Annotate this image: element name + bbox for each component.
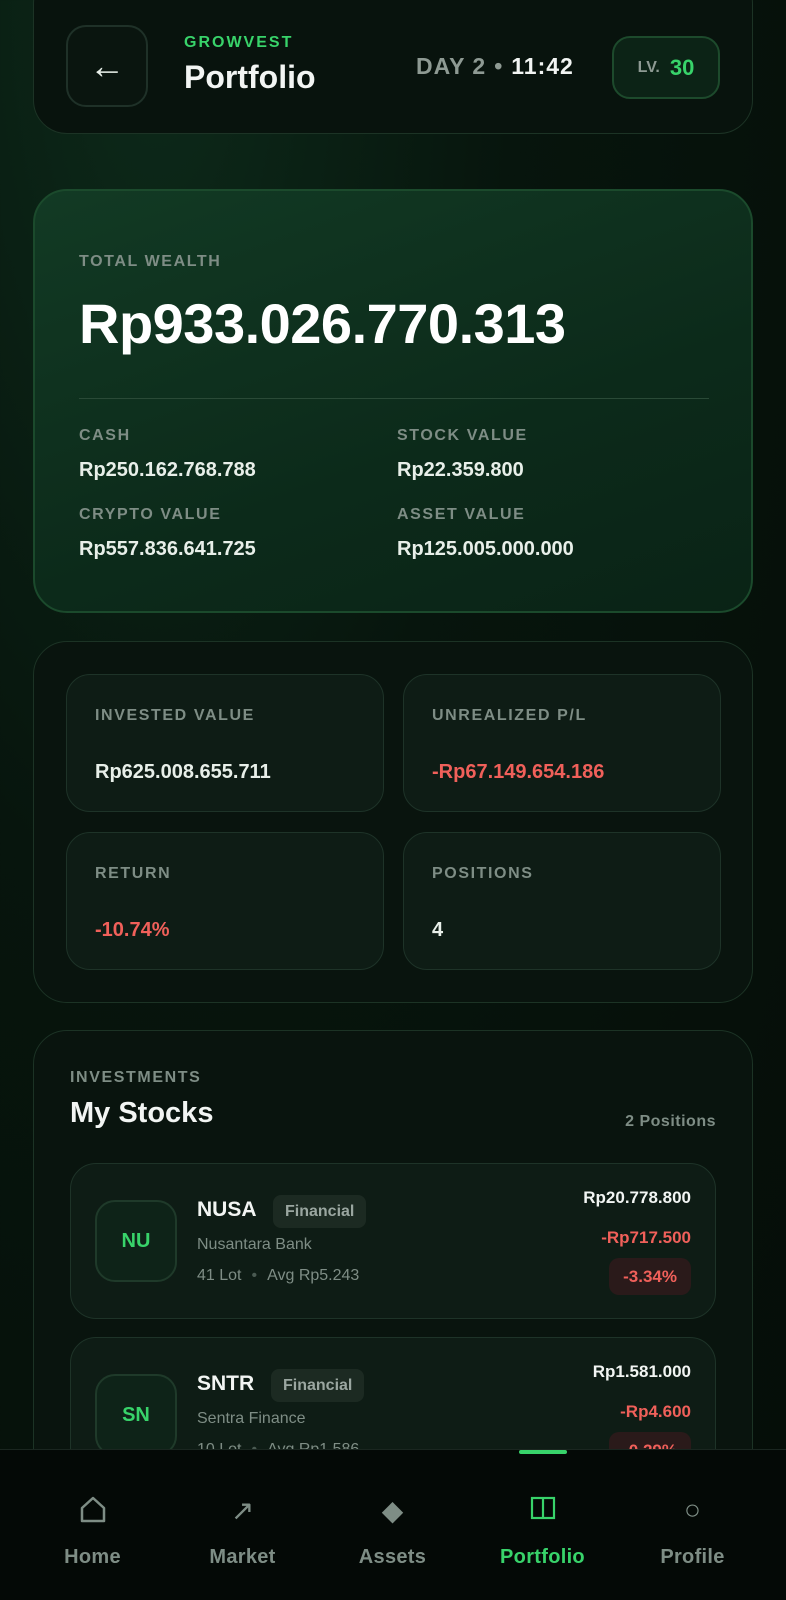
stock-value-stat: STOCK VALUE Rp22.359.800: [397, 427, 528, 482]
cash-label: CASH: [79, 427, 131, 444]
sector-badge: Financial: [273, 1195, 367, 1228]
return-value: -10.74%: [95, 919, 170, 941]
asset-value-label: ASSET VALUE: [397, 506, 526, 523]
section-title: My Stocks: [70, 1097, 214, 1129]
level-label: LV.: [637, 58, 660, 76]
game-day-time: DAY 2 • 11:42: [416, 53, 574, 80]
diamond-icon: ◆: [381, 1495, 404, 1526]
top-header: ← GROWVEST Portfolio DAY 2 • 11:42 LV. 30: [33, 0, 753, 134]
stock-market-value: Rp1.581.000: [592, 1362, 691, 1381]
book-icon: [464, 1494, 621, 1522]
nav-portfolio-label: Portfolio: [500, 1546, 585, 1568]
home-icon: [14, 1494, 171, 1524]
crypto-value-label: CRYPTO VALUE: [79, 506, 222, 523]
stock-value-label: STOCK VALUE: [397, 427, 528, 444]
crypto-value-stat: CRYPTO VALUE Rp557.836.641.725: [79, 506, 256, 561]
nav-market[interactable]: ↗ Market: [164, 1450, 321, 1600]
stock-market-value: Rp20.778.800: [583, 1188, 691, 1207]
stock-pl: -Rp4.600: [620, 1402, 691, 1421]
separator-dot: •: [251, 1267, 258, 1284]
cash-value: Rp250.162.768.788: [79, 459, 256, 481]
cash-stat: CASH Rp250.162.768.788: [79, 427, 256, 482]
circle-icon: ○: [684, 1494, 701, 1525]
invested-value-box: INVESTED VALUE Rp625.008.655.711: [66, 674, 384, 812]
trend-arrow-icon: ↗: [230, 1495, 255, 1526]
positions-label: POSITIONS: [432, 865, 534, 882]
company-name: Nusantara Bank: [197, 1236, 312, 1253]
stock-avatar: NU: [95, 1200, 177, 1282]
total-wealth-label: TOTAL WEALTH: [79, 253, 222, 270]
bottom-navigation: Home ↗ Market ◆ Assets Portfolio ○ Profi…: [0, 1449, 786, 1600]
total-wealth-value: Rp933.026.770.313: [79, 292, 566, 355]
nav-assets-label: Assets: [358, 1546, 427, 1568]
nav-home-label: Home: [64, 1546, 121, 1568]
lot-count: 41 Lot: [197, 1267, 242, 1284]
clock-time: 11:42: [511, 53, 574, 79]
arrow-left-icon: ←: [89, 45, 125, 86]
asset-value-value: Rp125.005.000.000: [397, 538, 574, 560]
stock-ticker: NUSA: [197, 1198, 257, 1221]
stock-value-value: Rp22.359.800: [397, 459, 524, 481]
stock-pl-percent: -3.34%: [609, 1258, 691, 1295]
stock-avatar: SN: [95, 1374, 177, 1456]
unrealized-pl-box: UNREALIZED P/L -Rp67.149.654.186: [403, 674, 721, 812]
positions-value: 4: [432, 919, 444, 941]
stock-row[interactable]: NU NUSA Financial Nusantara Bank 41 Lot •…: [70, 1163, 716, 1319]
return-label: RETURN: [95, 865, 172, 882]
level-badge[interactable]: LV. 30: [612, 36, 720, 99]
day-label: DAY 2: [416, 53, 487, 79]
asset-value-stat: ASSET VALUE Rp125.005.000.000: [397, 506, 574, 561]
brand-name: GROWVEST: [184, 34, 294, 51]
invested-value-label: INVESTED VALUE: [95, 707, 255, 724]
return-box: RETURN -10.74%: [66, 832, 384, 970]
stock-ticker: SNTR: [197, 1372, 255, 1395]
positions-count: 2 Positions: [625, 1113, 716, 1130]
stock-meta: 41 Lot • Avg Rp5.243: [197, 1267, 359, 1285]
average-price: Avg Rp5.243: [267, 1267, 360, 1284]
back-button[interactable]: ←: [66, 25, 148, 107]
unrealized-pl-value: -Rp67.149.654.186: [432, 761, 605, 783]
active-tab-indicator: [519, 1450, 567, 1454]
nav-home[interactable]: Home: [14, 1450, 171, 1600]
sector-badge: Financial: [271, 1369, 365, 1402]
page-title: Portfolio: [184, 59, 316, 95]
invested-value: Rp625.008.655.711: [95, 761, 271, 783]
company-name: Sentra Finance: [197, 1410, 306, 1427]
unrealized-pl-label: UNREALIZED P/L: [432, 707, 587, 724]
divider: [79, 398, 709, 399]
separator-dot: •: [494, 53, 504, 79]
nav-assets[interactable]: ◆ Assets: [314, 1450, 471, 1600]
level-value: 30: [669, 54, 695, 80]
total-wealth-card: TOTAL WEALTH Rp933.026.770.313 CASH Rp25…: [33, 189, 753, 613]
stock-pl: -Rp717.500: [601, 1228, 691, 1247]
nav-profile[interactable]: ○ Profile: [614, 1450, 771, 1600]
investments-label: INVESTMENTS: [70, 1069, 202, 1086]
nav-profile-label: Profile: [660, 1546, 725, 1568]
metrics-card: INVESTED VALUE Rp625.008.655.711 UNREALI…: [33, 641, 753, 1003]
positions-box: POSITIONS 4: [403, 832, 721, 970]
nav-market-label: Market: [209, 1546, 276, 1568]
crypto-value-value: Rp557.836.641.725: [79, 538, 256, 560]
nav-portfolio[interactable]: Portfolio: [464, 1450, 621, 1600]
